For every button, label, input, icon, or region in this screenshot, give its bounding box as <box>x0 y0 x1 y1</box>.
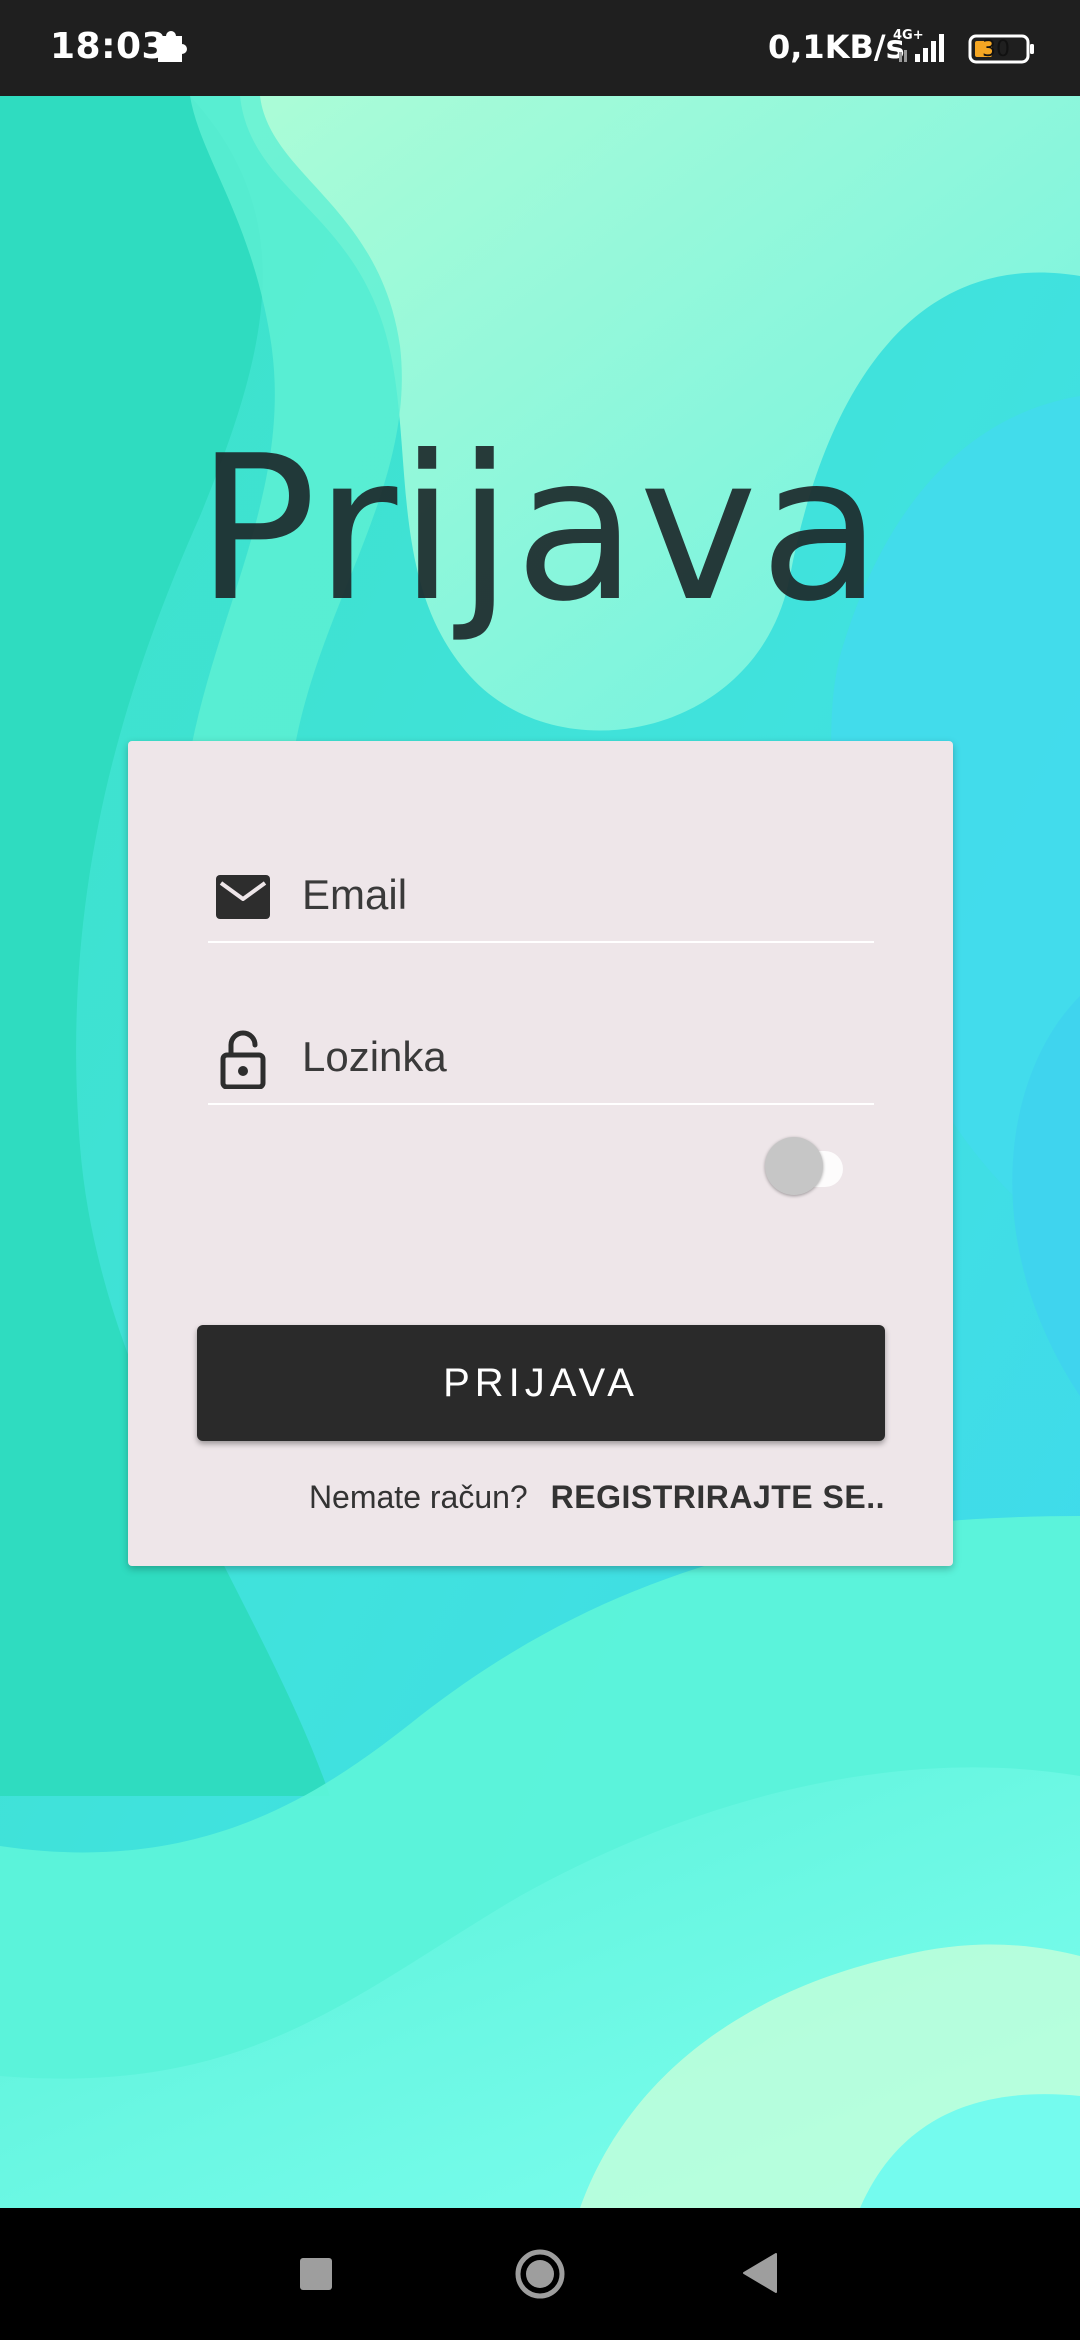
login-button[interactable]: PRIJAVA <box>197 1325 885 1441</box>
home-icon[interactable] <box>514 2248 566 2300</box>
email-icon <box>213 867 273 927</box>
email-field[interactable] <box>208 841 874 943</box>
login-card: PRIJAVA Nemate račun? REGISTRIRAJTE SE.. <box>128 741 953 1566</box>
password-field[interactable] <box>208 1003 874 1105</box>
page-title: Prijava <box>196 413 884 646</box>
register-link[interactable]: REGISTRIRAJTE SE.. <box>551 1479 885 1515</box>
register-row: Nemate račun? REGISTRIRAJTE SE.. <box>309 1479 885 1516</box>
password-input[interactable] <box>302 1027 862 1087</box>
status-bar: 18:03 0,1KB/s 4G+ 30 <box>0 0 1080 96</box>
register-question: Nemate račun? <box>308 1479 528 1515</box>
navigation-bar <box>0 2208 1080 2340</box>
puzzle-icon <box>154 28 190 71</box>
show-password-toggle[interactable] <box>765 1134 865 1195</box>
battery-icon: 30 <box>968 34 1036 69</box>
recent-apps-icon[interactable] <box>300 2258 332 2290</box>
email-input[interactable] <box>302 865 862 925</box>
status-time: 18:03 <box>50 26 168 67</box>
toggle-thumb <box>765 1137 823 1195</box>
network-speed: 0,1KB/s <box>768 28 905 66</box>
lock-open-icon <box>213 1029 273 1090</box>
battery-level: 30 <box>982 37 1010 62</box>
back-icon[interactable] <box>742 2252 778 2294</box>
